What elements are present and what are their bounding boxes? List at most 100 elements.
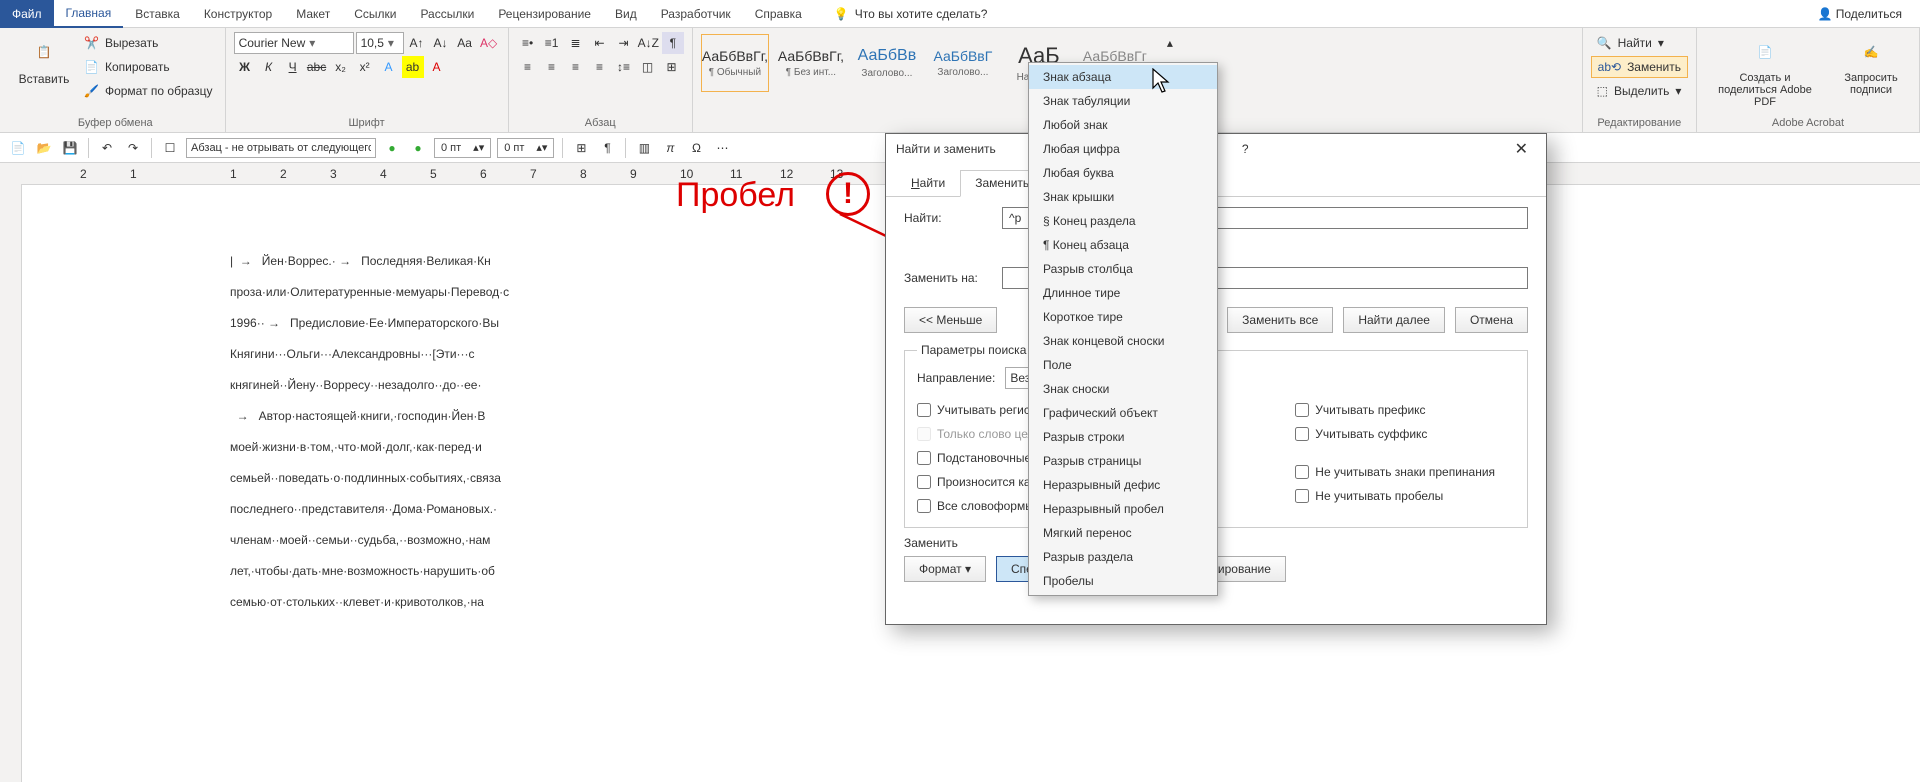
paste-button[interactable]: 📋 Вставить [14, 32, 74, 90]
para-option-input[interactable] [186, 138, 376, 158]
grow-font-button[interactable]: A↑ [406, 32, 428, 54]
adobe-share-button[interactable]: 📄 Создать и поделиться Adobe PDF [1705, 32, 1825, 112]
menu-item-nbspace[interactable]: Неразрывный пробел [1029, 497, 1217, 521]
chk-suffix[interactable]: Учитывать суффикс [1295, 423, 1495, 445]
chk-prefix[interactable]: Учитывать префикс [1295, 399, 1495, 421]
style-nospacing[interactable]: АаБбВвГг,¶ Без инт... [777, 34, 845, 92]
menu-item-linebreak[interactable]: Разрыв строки [1029, 425, 1217, 449]
tab-file[interactable]: Файл [0, 0, 54, 28]
less-button[interactable]: << Меньше [904, 307, 997, 333]
menu-item-softhyphen[interactable]: Мягкий перенос [1029, 521, 1217, 545]
qat-green2[interactable]: ● [408, 138, 428, 158]
increase-indent-button[interactable]: ⇥ [613, 32, 635, 54]
styles-scroll-up[interactable]: ▴ [1159, 32, 1181, 54]
align-center-button[interactable]: ≡ [541, 56, 563, 78]
replace-button[interactable]: ab⟲Заменить [1591, 56, 1688, 78]
replace-all-button[interactable]: Заменить все [1227, 307, 1333, 333]
dialog-close[interactable]: ✕ [1507, 139, 1536, 159]
qat-save[interactable]: 💾 [60, 138, 80, 158]
menu-item-para-end[interactable]: ¶ Конец абзаца [1029, 233, 1217, 257]
qat-redo[interactable]: ↷ [123, 138, 143, 158]
tab-refs[interactable]: Ссылки [342, 0, 408, 28]
numbering-button[interactable]: ≡1 [541, 32, 563, 54]
copy-button[interactable]: 📄Копировать [80, 56, 217, 78]
justify-button[interactable]: ≡ [589, 56, 611, 78]
dialog-help[interactable]: ? [1242, 142, 1249, 156]
shading-button[interactable]: ◫ [637, 56, 659, 78]
find-button[interactable]: 🔍Найти▾ [1591, 32, 1688, 54]
menu-item-paragraph-mark[interactable]: Знак абзаца [1029, 65, 1217, 89]
font-color-button[interactable]: A [426, 56, 448, 78]
tab-layout[interactable]: Макет [284, 0, 342, 28]
align-left-button[interactable]: ≡ [517, 56, 539, 78]
tab-insert[interactable]: Вставка [123, 0, 192, 28]
subscript-button[interactable]: x₂ [330, 56, 352, 78]
qat-para[interactable]: ¶ [597, 138, 617, 158]
style-h2[interactable]: АаБбВвГЗаголово... [929, 34, 997, 92]
style-h1[interactable]: АаБбВвЗаголово... [853, 34, 921, 92]
menu-item-spaces[interactable]: Пробелы [1029, 569, 1217, 593]
text-effects-button[interactable]: A [378, 56, 400, 78]
decrease-indent-button[interactable]: ⇤ [589, 32, 611, 54]
menu-item-pagebreak[interactable]: Разрыв страницы [1029, 449, 1217, 473]
menu-item-anydigit[interactable]: Любая цифра [1029, 137, 1217, 161]
superscript-button[interactable]: x² [354, 56, 376, 78]
cut-button[interactable]: ✂️Вырезать [80, 32, 217, 54]
qat-pi[interactable]: π [660, 138, 680, 158]
qat-open[interactable]: 📂 [34, 138, 54, 158]
font-size-combo[interactable]: 10,5▾ [356, 32, 404, 54]
align-right-button[interactable]: ≡ [565, 56, 587, 78]
qat-table[interactable]: ⊞ [571, 138, 591, 158]
style-normal[interactable]: АаБбВвГг,¶ Обычный [701, 34, 769, 92]
borders-button[interactable]: ⊞ [661, 56, 683, 78]
tab-help[interactable]: Справка [743, 0, 814, 28]
menu-item-anychar[interactable]: Любой знак [1029, 113, 1217, 137]
find-next-button[interactable]: Найти далее [1343, 307, 1445, 333]
menu-item-nbhyphen[interactable]: Неразрывный дефис [1029, 473, 1217, 497]
menu-item-sectbreak[interactable]: Разрыв раздела [1029, 545, 1217, 569]
spacing-after[interactable]: 0 пт▴▾ [497, 138, 554, 158]
menu-item-col-break[interactable]: Разрыв столбца [1029, 257, 1217, 281]
font-name-combo[interactable]: Courier New▾ [234, 32, 354, 54]
qat-omega[interactable]: Ω [686, 138, 706, 158]
qat-more[interactable]: ⋯ [712, 138, 732, 158]
bold-button[interactable]: Ж [234, 56, 256, 78]
menu-item-graphic[interactable]: Графический объект [1029, 401, 1217, 425]
show-marks-button[interactable]: ¶ [662, 32, 684, 54]
shrink-font-button[interactable]: A↓ [430, 32, 452, 54]
tab-dev[interactable]: Разработчик [649, 0, 743, 28]
spacing-before[interactable]: 0 пт▴▾ [434, 138, 491, 158]
qat-cols[interactable]: ▥ [634, 138, 654, 158]
change-case-button[interactable]: Aa [454, 32, 476, 54]
select-button[interactable]: ⬚Выделить▾ [1591, 80, 1688, 102]
menu-item-endnote[interactable]: Знак концевой сноски [1029, 329, 1217, 353]
cancel-button[interactable]: Отмена [1455, 307, 1528, 333]
adobe-sign-button[interactable]: ✍️ Запросить подписи [1831, 32, 1911, 100]
menu-item-anyletter[interactable]: Любая буква [1029, 161, 1217, 185]
qat-chk[interactable]: ☐ [160, 138, 180, 158]
underline-button[interactable]: Ч [282, 56, 304, 78]
share-button[interactable]: 👤 Поделиться [1817, 7, 1920, 21]
chk-space[interactable]: Не учитывать пробелы [1295, 485, 1495, 507]
tab-find-dlg[interactable]: Найти [896, 170, 960, 196]
menu-item-field[interactable]: Поле [1029, 353, 1217, 377]
clear-format-button[interactable]: A◇ [478, 32, 500, 54]
menu-item-endash[interactable]: Короткое тире [1029, 305, 1217, 329]
menu-item-tab[interactable]: Знак табуляции [1029, 89, 1217, 113]
bullets-button[interactable]: ≡• [517, 32, 539, 54]
menu-item-section-end[interactable]: § Конец раздела [1029, 209, 1217, 233]
tab-view[interactable]: Вид [603, 0, 649, 28]
qat-new[interactable]: 📄 [8, 138, 28, 158]
multilevel-button[interactable]: ≣ [565, 32, 587, 54]
menu-item-caret[interactable]: Знак крышки [1029, 185, 1217, 209]
tab-design[interactable]: Конструктор [192, 0, 284, 28]
tab-home[interactable]: Главная [54, 0, 124, 28]
format-painter-button[interactable]: 🖌️Формат по образцу [80, 80, 217, 102]
menu-item-emdash[interactable]: Длинное тире [1029, 281, 1217, 305]
highlight-button[interactable]: ab [402, 56, 424, 78]
italic-button[interactable]: К [258, 56, 280, 78]
tab-review[interactable]: Рецензирование [486, 0, 603, 28]
sort-button[interactable]: A↓Z [637, 32, 660, 54]
line-spacing-button[interactable]: ↕≡ [613, 56, 635, 78]
tell-me[interactable]: 💡Что вы хотите сделать? [834, 7, 988, 21]
